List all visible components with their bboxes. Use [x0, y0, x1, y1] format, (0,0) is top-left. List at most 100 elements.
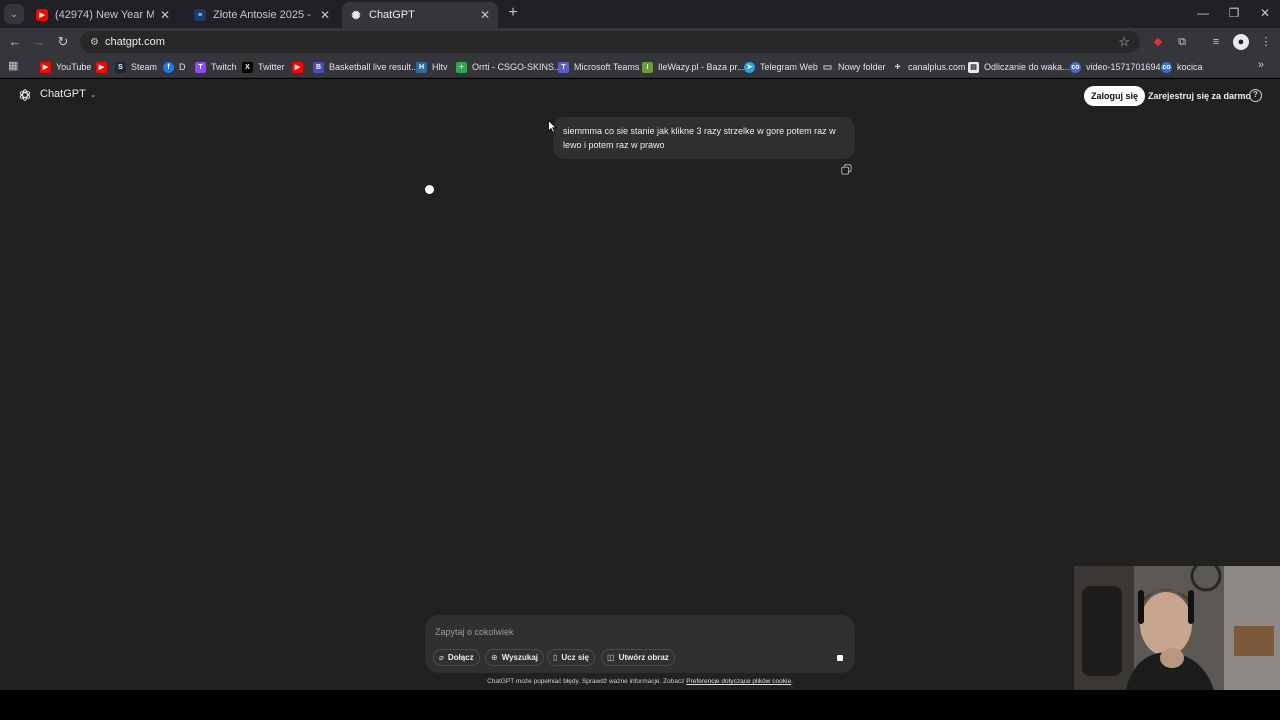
steam-icon: S [115, 61, 126, 73]
signup-button[interactable]: Zarejestruj się za darmo [1143, 86, 1256, 106]
tab-close-icon[interactable]: ✕ [320, 8, 330, 22]
canalplus-icon: + [894, 61, 901, 73]
reload-icon[interactable]: ↻ [54, 33, 72, 51]
bookmark-label: Odliczanie do waka... [984, 62, 1070, 72]
url-text: chatgpt.com [104, 36, 165, 48]
bookmark-twitch[interactable]: T Twitch [195, 59, 237, 75]
tab-close-icon[interactable]: ✕ [160, 8, 170, 22]
user-message-bubble: siemmma co sie stanie jak klikne 3 razy … [553, 117, 855, 159]
prompt-input[interactable] [435, 623, 815, 641]
browser-toolbar: ← → ↻ ⚙ chatgpt.com ☆ ◆ ⧉ ≡ ● ⋮ [0, 28, 1280, 56]
login-button[interactable]: Zaloguj się [1084, 86, 1146, 106]
bookmark-steam[interactable]: S Steam [115, 59, 157, 75]
tab-zlote-antosie[interactable]: ≡ Złote Antosie 2025 - Największ ✕ [186, 2, 338, 28]
media-controls-icon[interactable]: ≡ [1208, 34, 1224, 50]
co-icon: co [1070, 61, 1081, 73]
bookmark-label: Twitch [211, 62, 237, 72]
back-icon[interactable]: ← [6, 33, 24, 51]
youtube-icon: ▶ [96, 61, 107, 73]
apps-grid-icon[interactable]: ▦ [8, 60, 20, 72]
bookmark-facebook[interactable]: fD [163, 59, 186, 75]
chevron-down-icon: ⌄ [89, 89, 97, 99]
restore-icon[interactable]: ❐ [1226, 6, 1242, 20]
cookie-preferences-link[interactable]: Preferencje dotyczące plików cookie [686, 678, 791, 685]
telegram-icon: ➤ [744, 61, 755, 73]
bottom-black-bar [0, 690, 1280, 720]
tab-youtube[interactable]: ▶ (42974) New Year Mix 2026 | Th ✕ [28, 2, 178, 28]
image-icon: ◫ [607, 653, 615, 662]
bookmark-label: IleWazy.pl - Baza pr... [658, 62, 745, 72]
bookmark-label: Orrti - CSGO-SKINS... [472, 62, 562, 72]
bookmark-nowy-folder[interactable]: ▭ Nowy folder [822, 59, 886, 75]
composer: ⌀Dołącz ⊕Wyszukaj ▯Ucz się ◫Utwórz obraz [425, 615, 855, 673]
model-selector[interactable]: ChatGPT ⌄ [40, 88, 97, 100]
bookmark-label: Basketball live result... [329, 62, 419, 72]
bookmarks-bar: ▦ ▶ YouTube ▶ S Steam fD T Twitch X Twitter … [0, 56, 1280, 78]
site-info-icon[interactable]: ⚙ [90, 37, 99, 48]
bookmark-hltv[interactable]: H Hltv [416, 59, 448, 75]
bookmark-label: D [179, 62, 186, 72]
youtube-icon: ▶ [36, 9, 48, 21]
ilewazy-icon: I [642, 61, 653, 73]
bookmarks-overflow-icon[interactable]: » [1258, 59, 1264, 71]
bookmark-orrti[interactable]: + Orrti - CSGO-SKINS... [456, 59, 562, 75]
bookmark-telegram[interactable]: ➤ Telegram Web [744, 59, 818, 75]
chip-label: Utwórz obraz [618, 653, 669, 662]
extensions-icon[interactable]: ⧉ [1174, 34, 1190, 50]
study-button[interactable]: ▯ Ucz się [547, 649, 595, 666]
profile-avatar[interactable]: ● [1233, 34, 1249, 50]
bookmark-canalplus[interactable]: + canalplus.com [892, 59, 966, 75]
bookmark-label: video-1571701694 [1086, 62, 1161, 72]
close-window-icon[interactable]: ✕ [1257, 6, 1273, 20]
bookmark-basketball[interactable]: B Basketball live result... [313, 59, 419, 75]
bookmark-label: Steam [131, 62, 158, 72]
bookmark-youtube[interactable]: ▶ YouTube [40, 59, 91, 75]
bookmark-twitter[interactable]: X Twitter [242, 59, 285, 75]
help-icon[interactable]: ? [1249, 89, 1262, 102]
bookmark-label: kocica [1177, 62, 1203, 72]
hltv-icon: H [416, 61, 427, 73]
bookmark-teams[interactable]: T Microsoft Teams [558, 59, 639, 75]
plus-icon: + [456, 61, 467, 73]
tab-title: Złote Antosie 2025 - Największ [213, 9, 314, 21]
twitch-icon: T [195, 61, 206, 73]
bookmark-youtube-3[interactable]: ▶ [292, 59, 308, 75]
bookmark-odliczanie[interactable]: ▤ Odliczanie do waka... [968, 59, 1070, 75]
basketball-icon: B [313, 61, 324, 73]
disclaimer-text: ChatGPT może popełniać błędy. Sprawdź wa… [487, 678, 685, 685]
stop-generating-button[interactable] [831, 649, 848, 666]
bookmark-kocica[interactable]: co kocica [1161, 59, 1203, 75]
menu-kebab-icon[interactable]: ⋮ [1258, 34, 1274, 50]
bookmark-label: Nowy folder [838, 62, 886, 72]
address-bar[interactable]: ⚙ chatgpt.com ☆ [80, 31, 1140, 53]
site-icon: ≡ [194, 9, 206, 21]
create-image-button[interactable]: ◫ Utwórz obraz [601, 649, 675, 666]
globe-icon: ⊕ [491, 653, 498, 662]
tab-search-button[interactable]: ⌄ [4, 4, 24, 24]
search-button[interactable]: ⊕ Wyszukaj [485, 649, 545, 666]
new-tab-button[interactable]: + [504, 4, 522, 22]
extension-red-icon[interactable]: ◆ [1150, 34, 1166, 50]
bookmark-video[interactable]: co video-1571701694 [1070, 59, 1161, 75]
forward-icon[interactable]: → [30, 33, 48, 51]
tab-title: (42974) New Year Mix 2026 | Th [55, 9, 154, 21]
facebook-icon: f [163, 61, 174, 73]
tab-chatgpt[interactable]: ✺ ChatGPT ✕ [342, 2, 498, 28]
copy-icon[interactable] [841, 164, 852, 175]
thinking-indicator [425, 185, 434, 194]
teams-icon: T [558, 61, 569, 73]
bookmark-label: canalplus.com [908, 62, 966, 72]
tab-close-icon[interactable]: ✕ [480, 8, 490, 22]
bookmark-youtube-2[interactable]: ▶ [96, 59, 112, 75]
stop-icon [836, 654, 843, 661]
bookmark-ilewazy[interactable]: I IleWazy.pl - Baza pr... [642, 59, 745, 75]
minimize-icon[interactable]: — [1195, 6, 1211, 20]
co-icon: co [1161, 61, 1172, 73]
bookmark-star-icon[interactable]: ☆ [1118, 34, 1130, 50]
page-icon: ▤ [968, 61, 979, 73]
attach-button[interactable]: ⌀ Dołącz [433, 649, 480, 666]
webcam-feed-image [1074, 566, 1280, 690]
mouse-cursor-icon [548, 120, 557, 133]
chatgpt-icon: ✺ [351, 9, 361, 22]
tab-strip: ⌄ ▶ (42974) New Year Mix 2026 | Th ✕ ≡ Z… [0, 0, 1280, 28]
